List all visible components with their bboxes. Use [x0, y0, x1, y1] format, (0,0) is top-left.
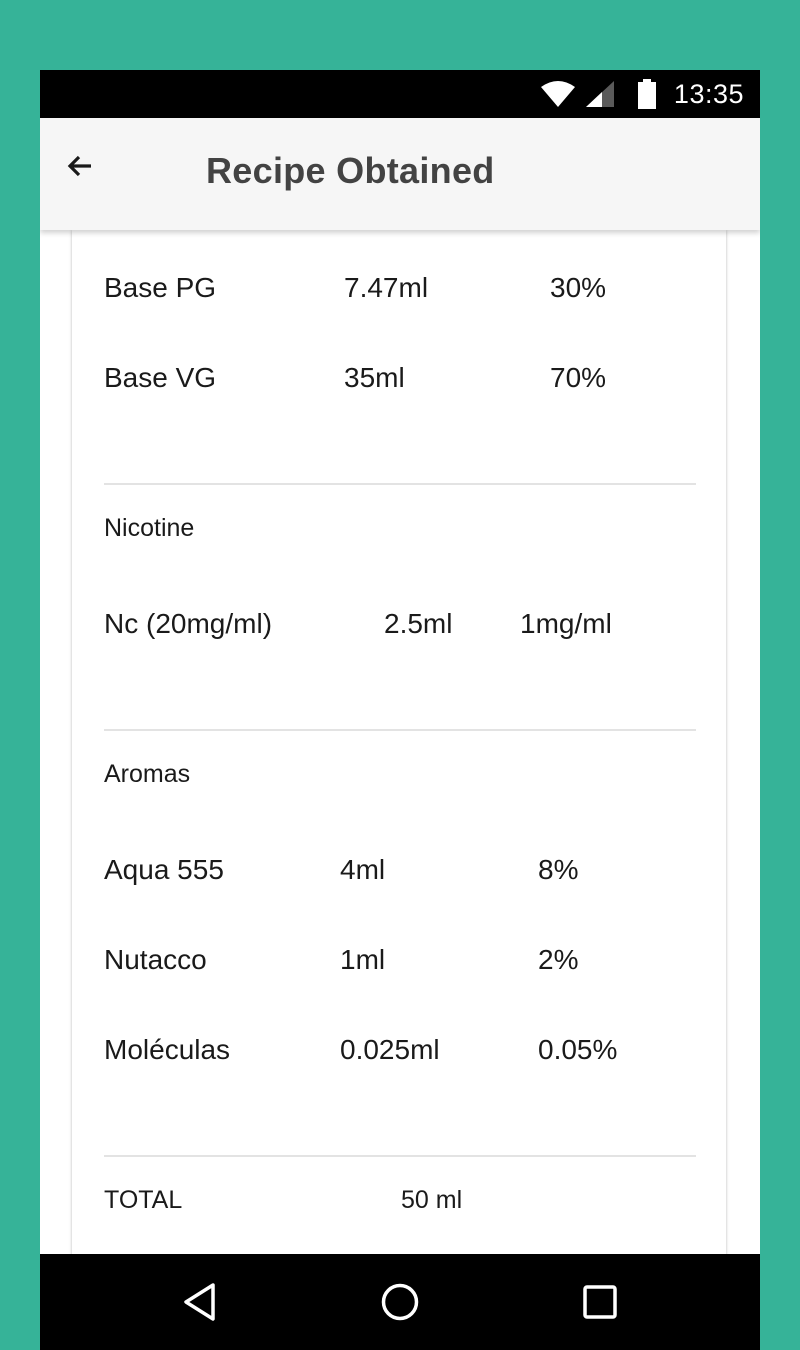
total-row: TOTAL 50 ml — [104, 1186, 704, 1222]
aroma-percent: 8% — [538, 854, 579, 885]
status-bar: 13:35 — [40, 70, 760, 118]
section-divider — [104, 1155, 696, 1157]
aromas-section-label: Aromas — [104, 760, 191, 788]
aroma-row: Aqua 555 4ml 8% — [104, 854, 704, 894]
aroma-name: Moléculas — [104, 1034, 231, 1065]
nav-home-button[interactable] — [376, 1278, 424, 1326]
base-name: Base VG — [104, 362, 217, 393]
base-percent: 30% — [550, 272, 607, 303]
base-amount: 7.47ml — [344, 272, 429, 303]
aroma-percent: 2% — [538, 944, 579, 975]
aroma-amount: 0.025ml — [340, 1034, 440, 1065]
nicotine-section-label: Nicotine — [104, 514, 195, 542]
aroma-row: Nutacco 1ml 2% — [104, 944, 704, 984]
aroma-name: Nutacco — [104, 944, 207, 975]
nicotine-amount: 2.5ml — [384, 608, 453, 639]
back-button[interactable] — [60, 146, 100, 186]
status-time: 13:35 — [673, 78, 744, 109]
battery-icon — [637, 79, 656, 109]
navigation-bar — [40, 1254, 760, 1350]
aroma-name: Aqua 555 — [104, 854, 224, 885]
aroma-amount: 1ml — [340, 944, 386, 975]
base-row-vg: Base VG 35ml 70% — [104, 362, 704, 402]
base-percent: 70% — [550, 362, 607, 393]
nicotine-strength: 1mg/ml — [520, 608, 612, 639]
home-circle-icon — [381, 1283, 419, 1321]
total-value: 50 ml — [401, 1186, 463, 1214]
recipe-content[interactable]: Base PG 7.47ml 30% Base VG 35ml 70% Nico… — [40, 230, 760, 1254]
back-triangle-icon — [184, 1283, 215, 1321]
aroma-amount: 4ml — [340, 854, 386, 885]
aroma-percent: 0.05% — [538, 1034, 618, 1065]
wifi-icon — [540, 81, 575, 107]
recents-square-icon — [583, 1285, 617, 1319]
base-name: Base PG — [104, 272, 217, 303]
nav-back-button[interactable] — [176, 1278, 224, 1326]
base-row-pg: Base PG 7.47ml 30% — [104, 272, 704, 312]
app-bar: Recipe Obtained — [40, 118, 760, 230]
nicotine-name: Nc (20mg/ml) — [104, 608, 273, 639]
nav-recents-button[interactable] — [576, 1278, 624, 1326]
nicotine-row: Nc (20mg/ml) 2.5ml 1mg/ml — [104, 608, 704, 648]
aroma-row: Moléculas 0.025ml 0.05% — [104, 1034, 704, 1074]
arrow-left-icon — [67, 155, 91, 177]
page-title: Recipe Obtained — [206, 150, 495, 191]
signal-icon — [585, 81, 614, 107]
status-icons: 13:35 — [540, 70, 744, 118]
base-amount: 35ml — [344, 362, 405, 393]
section-divider — [104, 729, 696, 731]
total-label: TOTAL — [104, 1186, 183, 1214]
section-divider — [104, 483, 696, 485]
phone-screen: 13:35 Recipe Obtained Base PG 7.47ml 30%… — [40, 70, 760, 1350]
